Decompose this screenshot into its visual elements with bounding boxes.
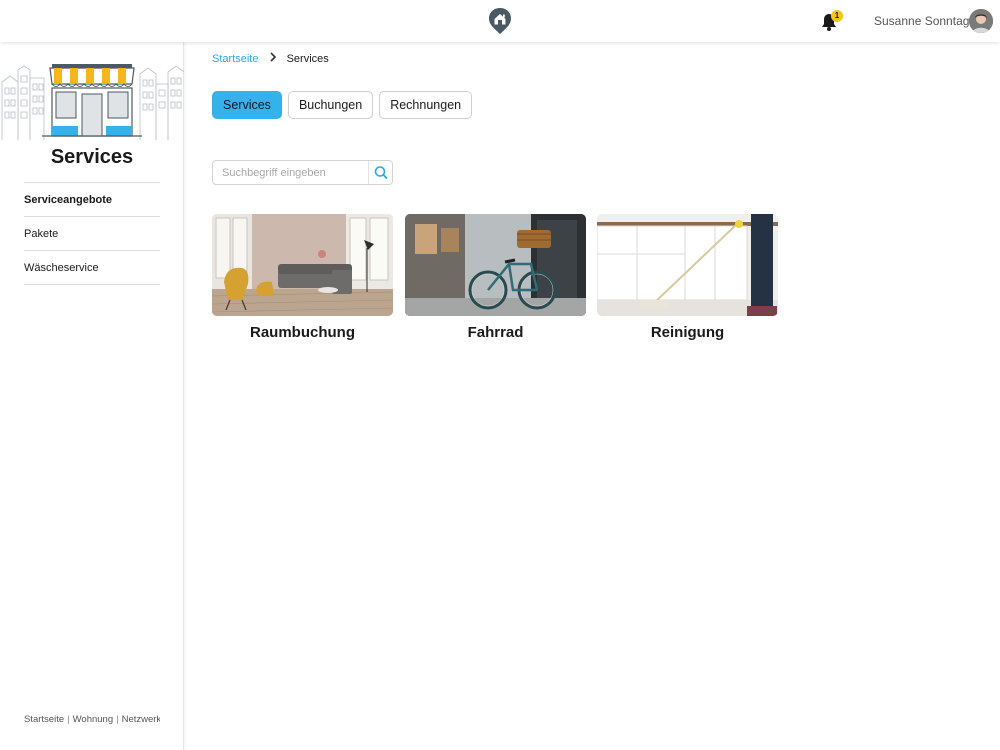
user-name[interactable]: Susanne Sonntag	[874, 14, 969, 28]
avatar-image	[969, 9, 993, 33]
sidebar: Services Serviceangebote Pakete Wäschese…	[0, 42, 184, 750]
tab-bar: Services Buchungen Rechnungen	[212, 91, 473, 119]
cleaning-photo	[597, 214, 778, 316]
service-card-raumbuchung[interactable]: Raumbuchung	[212, 214, 393, 341]
sidebar-title: Services	[50, 146, 134, 168]
tab-buchungen[interactable]: Buchungen	[287, 91, 374, 119]
tab-rechnungen[interactable]: Rechnungen	[379, 91, 473, 119]
tab-services[interactable]: Services	[212, 91, 282, 119]
breadcrumb-current: Services	[286, 53, 329, 65]
search-input[interactable]	[213, 161, 369, 184]
storefront-illustration	[1, 64, 184, 140]
footer-link-netzwerk[interactable]: Netzwerk	[122, 714, 160, 725]
home-pin-icon[interactable]	[488, 7, 512, 35]
notification-badge: 1	[831, 10, 843, 22]
footer-separator: |	[67, 714, 70, 725]
top-header: 1 Susanne Sonntag	[0, 0, 1000, 42]
card-label: Raumbuchung	[250, 324, 355, 341]
bicycle-photo	[405, 214, 586, 316]
search-box	[212, 160, 393, 185]
living-room-photo	[212, 214, 393, 316]
service-card-grid: Raumbuchung Fahrrad Reinigung	[212, 214, 782, 344]
sidebar-nav: Serviceangebote Pakete Wäscheservice	[24, 182, 160, 285]
service-card-fahrrad[interactable]: Fahrrad	[405, 214, 586, 341]
card-label: Fahrrad	[467, 324, 524, 341]
breadcrumb: Startseite Services	[212, 52, 329, 65]
breadcrumb-home-link[interactable]: Startseite	[212, 53, 258, 65]
search-icon	[374, 166, 388, 179]
sidebar-item-serviceangebote[interactable]: Serviceangebote	[24, 183, 160, 217]
service-card-reinigung[interactable]: Reinigung	[597, 214, 778, 341]
user-avatar[interactable]	[969, 9, 993, 33]
footer-link-startseite[interactable]: Startseite	[24, 714, 64, 725]
sidebar-footer: Startseite | Wohnung | Netzwerk	[24, 714, 160, 725]
sidebar-item-pakete[interactable]: Pakete	[24, 217, 160, 251]
sidebar-item-waescheservice[interactable]: Wäscheservice	[24, 251, 160, 285]
footer-separator: |	[116, 714, 119, 725]
chevron-right-icon	[269, 52, 276, 62]
footer-link-wohnung[interactable]: Wohnung	[73, 714, 114, 725]
card-label: Reinigung	[650, 324, 725, 341]
search-button[interactable]	[368, 161, 392, 184]
